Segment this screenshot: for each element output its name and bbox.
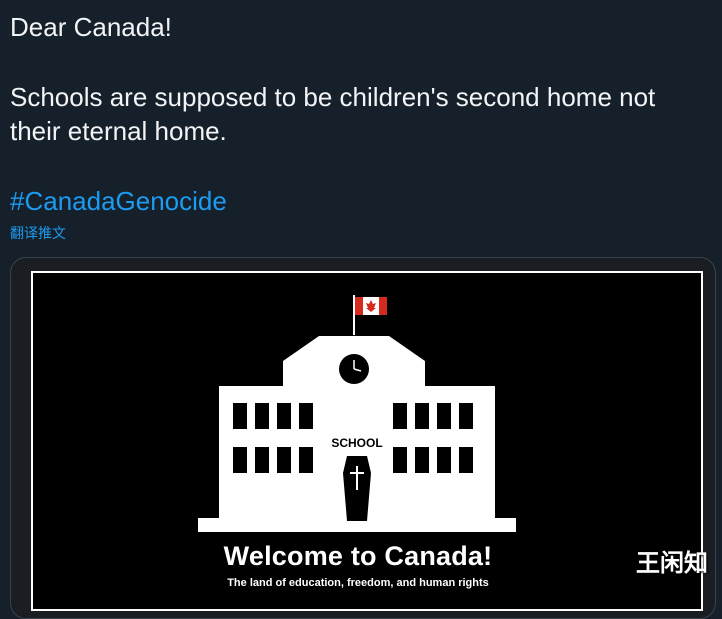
canada-flag-icon bbox=[355, 297, 387, 315]
poster-subtitle: The land of education, freedom, and huma… bbox=[227, 577, 489, 589]
clock-icon bbox=[339, 354, 369, 384]
tweet-greeting: Dear Canada! bbox=[10, 12, 172, 42]
tweet-body: Schools are supposed to be children's se… bbox=[10, 82, 656, 146]
poster-image: SCHOOL Welcome to Canada! The land of ed… bbox=[31, 271, 703, 611]
hashtag-link[interactable]: #CanadaGenocide bbox=[10, 184, 227, 218]
tweet-media-card[interactable]: SCHOOL Welcome to Canada! The land of ed… bbox=[10, 257, 716, 619]
school-sign: SCHOOL bbox=[331, 436, 382, 450]
translate-tweet-link[interactable]: 翻译推文 bbox=[10, 224, 66, 242]
poster-title: Welcome to Canada! bbox=[223, 541, 493, 571]
watermark: 王闲知 bbox=[636, 549, 708, 577]
